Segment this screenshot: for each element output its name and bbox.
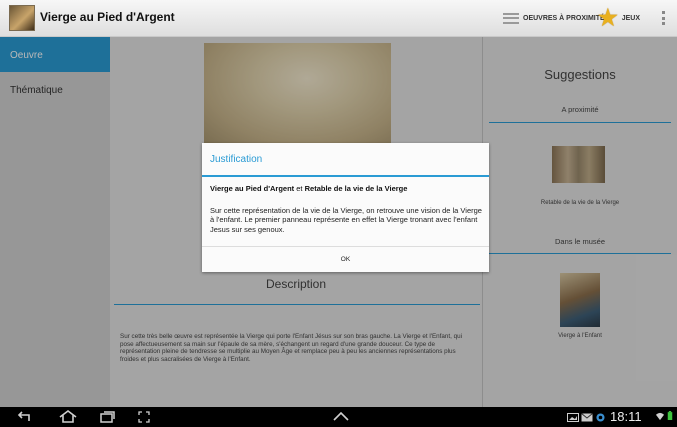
overflow-menu-icon[interactable] <box>662 11 665 25</box>
justification-dialog: Justification Vierge au Pied d'Argent et… <box>202 143 489 272</box>
nearby-artworks-button[interactable]: OEUVRES À PROXIMITÉ <box>503 0 605 36</box>
dialog-title: Justification <box>210 154 263 165</box>
chevron-up-icon[interactable] <box>333 412 349 421</box>
dialog-conjunction: et <box>294 184 305 193</box>
app-title: Vierge au Pied d'Argent <box>40 10 175 24</box>
star-icon: ★ <box>598 5 618 30</box>
clock: 18:11 <box>610 409 642 424</box>
image-notification-icon <box>567 413 579 422</box>
dialog-artwork-b: Retable de la vie de la Vierge <box>304 184 408 193</box>
recent-apps-icon[interactable] <box>100 411 115 423</box>
games-button[interactable]: ★ JEUX <box>598 0 640 36</box>
dialog-body: Sur cette représentation de la vie de la… <box>210 206 482 234</box>
ok-button[interactable]: OK <box>202 247 489 272</box>
nearby-artworks-label: OEUVRES À PROXIMITÉ <box>523 14 605 22</box>
list-icon <box>503 12 519 24</box>
wifi-icon <box>655 412 665 421</box>
dialog-title-divider <box>202 175 489 177</box>
back-icon[interactable] <box>16 411 32 423</box>
home-icon[interactable] <box>59 410 77 423</box>
system-navigation-bar: 18:11 <box>0 407 677 427</box>
app-icon[interactable] <box>9 5 35 31</box>
mail-icon <box>581 413 593 422</box>
dialog-heading: Vierge au Pied d'Argent et Retable de la… <box>210 184 485 193</box>
action-bar: Vierge au Pied d'Argent OEUVRES À PROXIM… <box>0 0 677 37</box>
games-label: JEUX <box>621 14 641 22</box>
sync-icon <box>596 413 605 422</box>
battery-icon <box>667 411 673 420</box>
dialog-artwork-a: Vierge au Pied d'Argent <box>210 184 295 193</box>
screenshot-icon[interactable] <box>138 411 150 423</box>
